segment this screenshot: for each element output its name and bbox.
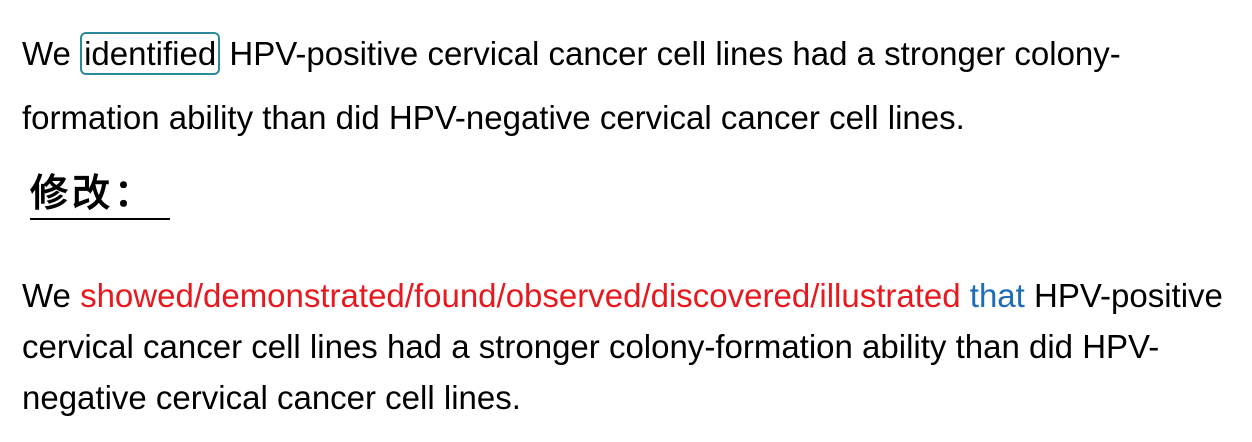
revision-heading: 修改： bbox=[30, 168, 170, 220]
inserted-that: that bbox=[969, 277, 1025, 314]
original-prefix: We bbox=[22, 35, 71, 72]
verb-alternatives: showed/demonstrated/found/observed/disco… bbox=[80, 277, 961, 314]
revised-prefix: We bbox=[22, 277, 71, 314]
revised-sentence: We showed/demonstrated/found/observed/di… bbox=[22, 270, 1232, 423]
highlighted-word-box: identified bbox=[80, 32, 221, 75]
original-sentence: We identified HPV-positive cervical canc… bbox=[22, 22, 1232, 150]
